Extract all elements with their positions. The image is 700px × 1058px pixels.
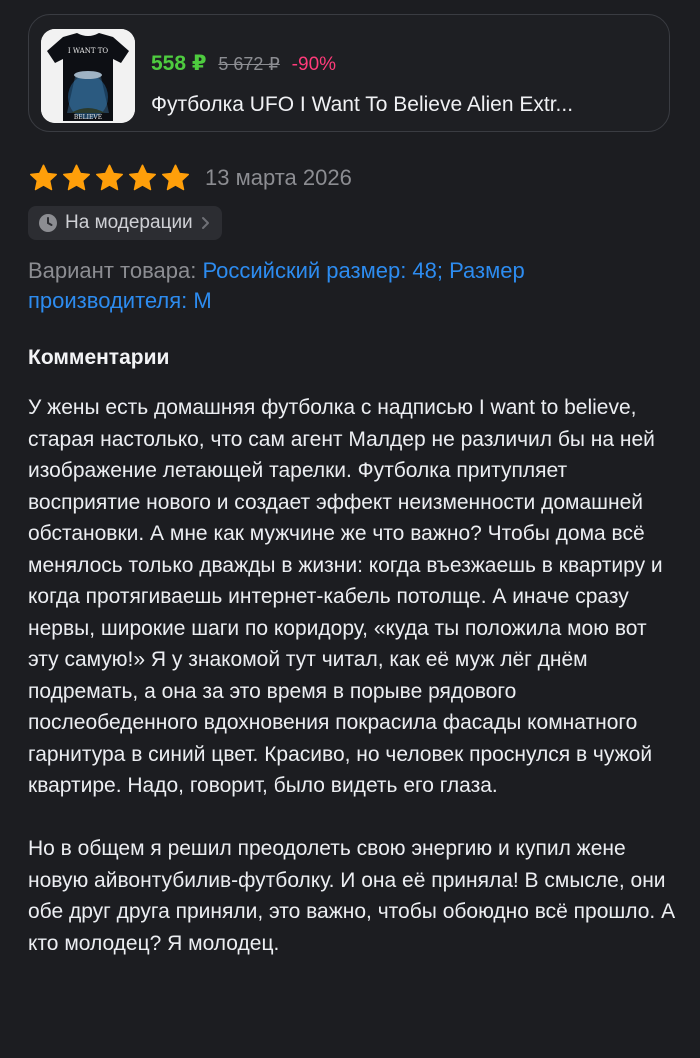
- star-icon: [28, 163, 59, 193]
- product-variant: Вариант товара: Российский размер: 48; Р…: [28, 256, 668, 316]
- product-thumbnail[interactable]: I WANT TO BELIEVE: [41, 29, 135, 123]
- review-date: 13 марта 2026: [205, 165, 352, 190]
- star-rating: [28, 163, 191, 193]
- star-icon: [160, 163, 191, 193]
- comment-paragraph: У жены есть домашняя футболка с надписью…: [28, 396, 663, 797]
- price-line: 558 ₽ 5 672 ₽ -90%: [151, 51, 336, 76]
- price-current: 558 ₽: [151, 52, 207, 75]
- clock-icon: [38, 213, 58, 233]
- rating-row: 13 марта 2026: [28, 160, 352, 196]
- moderation-status-chip[interactable]: На модерации: [28, 206, 222, 240]
- product-card[interactable]: I WANT TO BELIEVE 558 ₽ 5 672 ₽ -90% Фут…: [28, 14, 670, 132]
- variant-label: Вариант товара:: [28, 258, 203, 283]
- product-title[interactable]: Футболка UFO I Want To Believe Alien Ext…: [151, 93, 661, 117]
- chevron-right-icon: [200, 215, 212, 231]
- thumbnail-text-top: I WANT TO: [68, 47, 109, 55]
- star-icon: [127, 163, 158, 193]
- moderation-status-label: На модерации: [65, 212, 193, 233]
- thumbnail-text-bottom: BELIEVE: [74, 114, 102, 121]
- star-icon: [94, 163, 125, 193]
- discount-badge: -90%: [291, 54, 337, 75]
- review-comment: У жены есть домашняя футболка с надписью…: [28, 392, 676, 991]
- price-old: 5 672 ₽: [218, 54, 280, 74]
- star-icon: [61, 163, 92, 193]
- comment-paragraph: Но в общем я решил преодолеть свою энерг…: [28, 837, 676, 955]
- comments-heading: Комментарии: [28, 346, 170, 369]
